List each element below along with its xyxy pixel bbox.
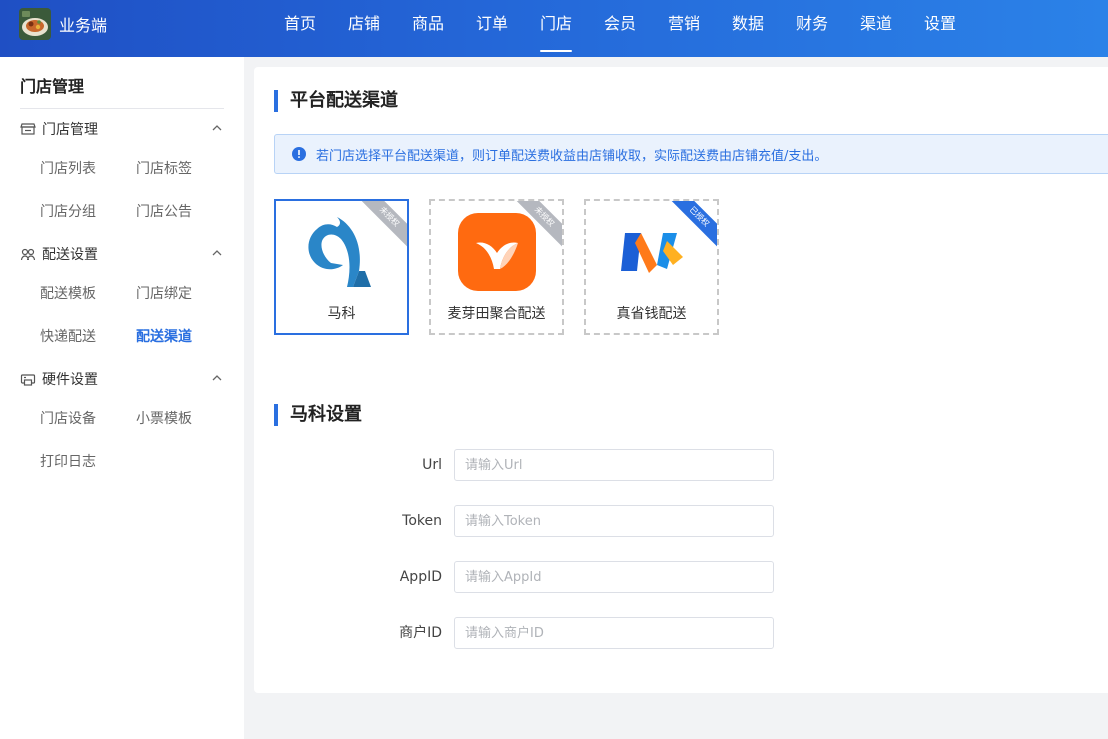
sidebar-group-label: 门店管理 [42,122,98,138]
section-title-platform-delivery: 平台配送渠道 [274,90,398,112]
channel-card-mako[interactable]: 马科 未授权 [274,199,409,335]
sidebar-group-label: 配送设置 [42,247,98,263]
nav-settings[interactable]: 设置 [908,0,972,57]
section-title-mako-settings: 马科设置 [274,404,362,426]
sidebar-item-devices[interactable]: 门店设备 [40,408,96,428]
sidebar-group-hardware[interactable]: 硬件设置 [20,367,224,391]
info-icon [292,147,306,161]
brand-name: 业务端 [59,16,108,35]
sidebar-item-delivery-channel[interactable]: 配送渠道 [136,326,192,346]
url-input[interactable] [454,449,774,481]
printer-icon [20,374,36,386]
form-row-merchant-id: 商户ID [374,617,774,649]
maiyatian-logo [458,213,536,291]
nav-finance[interactable]: 财务 [780,0,844,57]
chevron-up-icon[interactable] [210,371,224,385]
delivery-icon [20,248,36,261]
nav-goods[interactable]: 商品 [396,0,460,57]
channel-card-maiyatian[interactable]: 麦芽田聚合配送 未授权 [429,199,564,335]
nav-members[interactable]: 会员 [588,0,652,57]
sidebar-divider [20,108,224,109]
sidebar-title: 门店管理 [20,77,85,96]
url-label: Url [422,457,442,473]
notice-bar: 若门店选择平台配送渠道，则订单配送费收益由店铺收取，实际配送费由店铺充值/支出。 [274,134,1108,174]
sidebar-item-store-list[interactable]: 门店列表 [40,158,96,178]
form-row-url: Url [374,449,774,481]
token-input[interactable] [454,505,774,537]
form-row-appid: AppID [374,561,774,593]
sidebar: 门店管理 门店管理 门店列表 门店标签 门店分组 门店公告 配送设置 配送模板 … [0,57,244,739]
channel-name: 真省钱配送 [616,306,687,322]
sidebar-item-store-groups[interactable]: 门店分组 [40,201,96,221]
sidebar-item-delivery-template[interactable]: 配送模板 [40,283,96,303]
nav-home[interactable]: 首页 [268,0,332,57]
main-panel: 平台配送渠道 若门店选择平台配送渠道，则订单配送费收益由店铺收取，实际配送费由店… [254,67,1108,693]
brand-logo [19,8,51,40]
nav-shop[interactable]: 店铺 [332,0,396,57]
channel-card-zhenshengqian[interactable]: 真省钱配送 已授权 [584,199,719,335]
appid-input[interactable] [454,561,774,593]
notice-text: 若门店选择平台配送渠道，则订单配送费收益由店铺收取，实际配送费由店铺充值/支出。 [316,148,828,164]
merchant-id-input[interactable] [454,617,774,649]
mako-logo [308,217,371,287]
sidebar-item-receipt-template[interactable]: 小票模板 [136,408,192,428]
sidebar-group-store[interactable]: 门店管理 [20,117,224,141]
sidebar-item-store-binding[interactable]: 门店绑定 [136,283,192,303]
channel-name: 麦芽田聚合配送 [447,306,546,322]
sidebar-item-store-tags[interactable]: 门店标签 [136,158,192,178]
chevron-up-icon[interactable] [210,121,224,135]
form-row-token: Token [374,505,774,537]
chevron-up-icon[interactable] [210,246,224,260]
token-label: Token [402,513,442,529]
sidebar-group-delivery[interactable]: 配送设置 [20,242,224,266]
merchant-id-label: 商户ID [399,625,442,641]
brand[interactable]: 业务端 [19,8,107,40]
main-nav: 首页 店铺 商品 订单 门店 会员 营销 数据 财务 渠道 设置 [268,0,972,57]
channel-name: 马科 [327,306,356,322]
appid-label: AppID [399,569,442,585]
sidebar-item-print-log[interactable]: 打印日志 [40,451,96,471]
nav-orders[interactable]: 订单 [460,0,524,57]
nav-stores[interactable]: 门店 [524,0,588,57]
nav-marketing[interactable]: 营销 [652,0,716,57]
store-icon [20,123,36,135]
sidebar-item-express[interactable]: 快递配送 [40,326,96,346]
sidebar-group-label: 硬件设置 [42,372,98,388]
nav-channels[interactable]: 渠道 [844,0,908,57]
sidebar-item-store-notice[interactable]: 门店公告 [136,201,192,221]
zhenshengqian-logo [621,233,683,273]
nav-data[interactable]: 数据 [716,0,780,57]
top-bar: 业务端 首页 店铺 商品 订单 门店 会员 营销 数据 财务 渠道 设置 [0,0,1108,57]
